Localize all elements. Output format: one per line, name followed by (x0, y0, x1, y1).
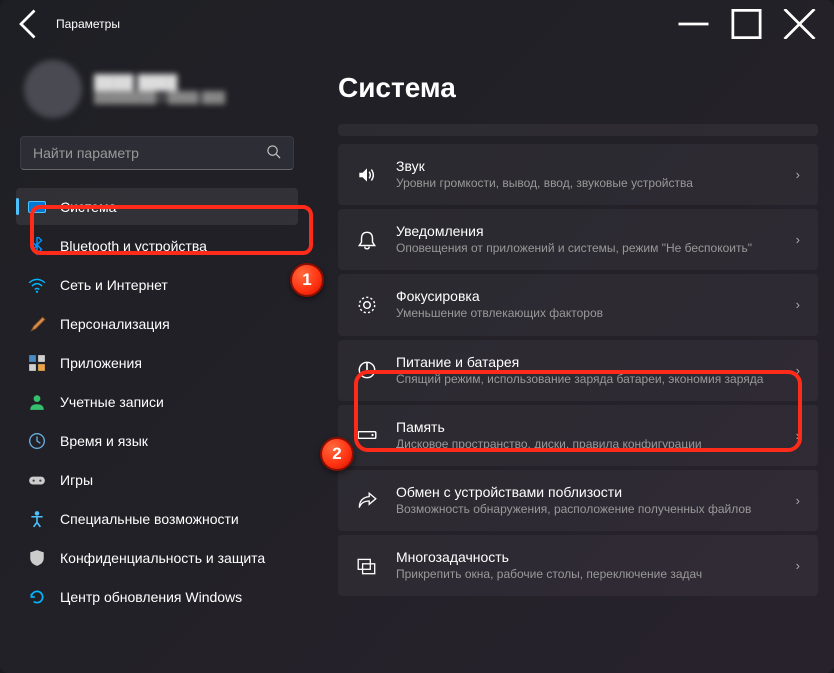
avatar (24, 60, 82, 118)
search-input[interactable] (33, 145, 266, 161)
profile-email: ████████@████.███ (94, 92, 225, 104)
sidebar-item-accessibility[interactable]: Специальные возможности (16, 500, 298, 537)
bell-icon (356, 229, 378, 251)
chevron-right-icon: › (796, 428, 800, 443)
nav-list: Система Bluetooth и устройства Сеть и Ин… (16, 188, 298, 615)
sidebar-item-label: Bluetooth и устройства (60, 238, 207, 254)
app-title: Параметры (56, 17, 120, 31)
setting-desc: Спящий режим, использование заряда батар… (396, 371, 778, 387)
setting-desc: Уменьшение отвлекающих факторов (396, 305, 778, 321)
close-button[interactable] (777, 9, 822, 39)
sidebar-item-bluetooth[interactable]: Bluetooth и устройства (16, 227, 298, 264)
search-icon (266, 144, 281, 162)
setting-title: Звук (396, 158, 778, 174)
setting-title: Память (396, 419, 778, 435)
maximize-button[interactable] (724, 9, 769, 39)
sidebar-item-label: Специальные возможности (60, 511, 239, 527)
sidebar-item-label: Время и язык (60, 433, 148, 449)
setting-title: Питание и батарея (396, 354, 778, 370)
chevron-right-icon: › (796, 558, 800, 573)
scroll-edge (338, 124, 818, 136)
chevron-right-icon: › (796, 232, 800, 247)
profile-name: ████ ████ (94, 74, 225, 90)
sidebar-item-label: Сеть и Интернет (60, 277, 168, 293)
chevron-right-icon: › (796, 297, 800, 312)
power-icon (356, 359, 378, 381)
sidebar-item-personalization[interactable]: Персонализация (16, 305, 298, 342)
setting-nearby-share[interactable]: Обмен с устройствами поблизости Возможно… (338, 470, 818, 531)
clock-icon (28, 432, 46, 450)
sidebar-item-label: Центр обновления Windows (60, 589, 242, 605)
setting-power[interactable]: Питание и батарея Спящий режим, использо… (338, 340, 818, 401)
sidebar-item-label: Персонализация (60, 316, 170, 332)
sound-icon (356, 164, 378, 186)
setting-title: Обмен с устройствами поблизости (396, 484, 778, 500)
back-button[interactable] (12, 6, 48, 42)
multitasking-icon (356, 555, 378, 577)
page-title: Система (338, 72, 818, 104)
minimize-button[interactable] (671, 9, 716, 39)
bluetooth-icon (28, 237, 46, 255)
sidebar-item-system[interactable]: Система (16, 188, 298, 225)
accessibility-icon (28, 510, 46, 528)
gamepad-icon (28, 471, 46, 489)
apps-icon (28, 354, 46, 372)
share-icon (356, 490, 378, 512)
setting-notifications[interactable]: Уведомления Оповещения от приложений и с… (338, 209, 818, 270)
setting-title: Многозадачность (396, 549, 778, 565)
setting-focus[interactable]: Фокусировка Уменьшение отвлекающих факто… (338, 274, 818, 335)
sidebar-item-label: Система (60, 199, 116, 215)
setting-title: Уведомления (396, 223, 778, 239)
search-box[interactable] (20, 136, 294, 170)
sidebar-item-label: Конфиденциальность и защита (60, 550, 265, 566)
focus-icon (356, 294, 378, 316)
sidebar-item-label: Приложения (60, 355, 142, 371)
setting-desc: Возможность обнаружения, расположение по… (396, 501, 778, 517)
sidebar-item-network[interactable]: Сеть и Интернет (16, 266, 298, 303)
sidebar-item-privacy[interactable]: Конфиденциальность и защита (16, 539, 298, 576)
setting-desc: Уровни громкости, вывод, ввод, звуковые … (396, 175, 778, 191)
setting-desc: Прикрепить окна, рабочие столы, переключ… (396, 566, 778, 582)
sidebar-item-update[interactable]: Центр обновления Windows (16, 578, 298, 615)
update-icon (28, 588, 46, 606)
shield-icon (28, 549, 46, 567)
profile-section[interactable]: ████ ████ ████████@████.███ (16, 56, 298, 136)
setting-multitasking[interactable]: Многозадачность Прикрепить окна, рабочие… (338, 535, 818, 596)
sidebar-item-label: Игры (60, 472, 93, 488)
setting-title: Фокусировка (396, 288, 778, 304)
setting-storage[interactable]: Память Дисковое пространство, диски, пра… (338, 405, 818, 466)
setting-desc: Оповещения от приложений и системы, режи… (396, 240, 778, 256)
sidebar-item-time[interactable]: Время и язык (16, 422, 298, 459)
chevron-right-icon: › (796, 493, 800, 508)
settings-list: Звук Уровни громкости, вывод, ввод, звук… (338, 124, 818, 596)
chevron-right-icon: › (796, 363, 800, 378)
brush-icon (28, 315, 46, 333)
system-icon (28, 198, 46, 216)
titlebar: Параметры (0, 0, 834, 48)
sidebar-item-apps[interactable]: Приложения (16, 344, 298, 381)
setting-sound[interactable]: Звук Уровни громкости, вывод, ввод, звук… (338, 144, 818, 205)
wifi-icon (28, 276, 46, 294)
person-icon (28, 393, 46, 411)
sidebar: ████ ████ ████████@████.███ Система Blue… (0, 48, 310, 673)
setting-desc: Дисковое пространство, диски, правила ко… (396, 436, 778, 452)
sidebar-item-gaming[interactable]: Игры (16, 461, 298, 498)
sidebar-item-accounts[interactable]: Учетные записи (16, 383, 298, 420)
chevron-right-icon: › (796, 167, 800, 182)
storage-icon (356, 424, 378, 446)
main-content: Система Звук Уровни громкости, вывод, вв… (310, 48, 834, 673)
sidebar-item-label: Учетные записи (60, 394, 164, 410)
